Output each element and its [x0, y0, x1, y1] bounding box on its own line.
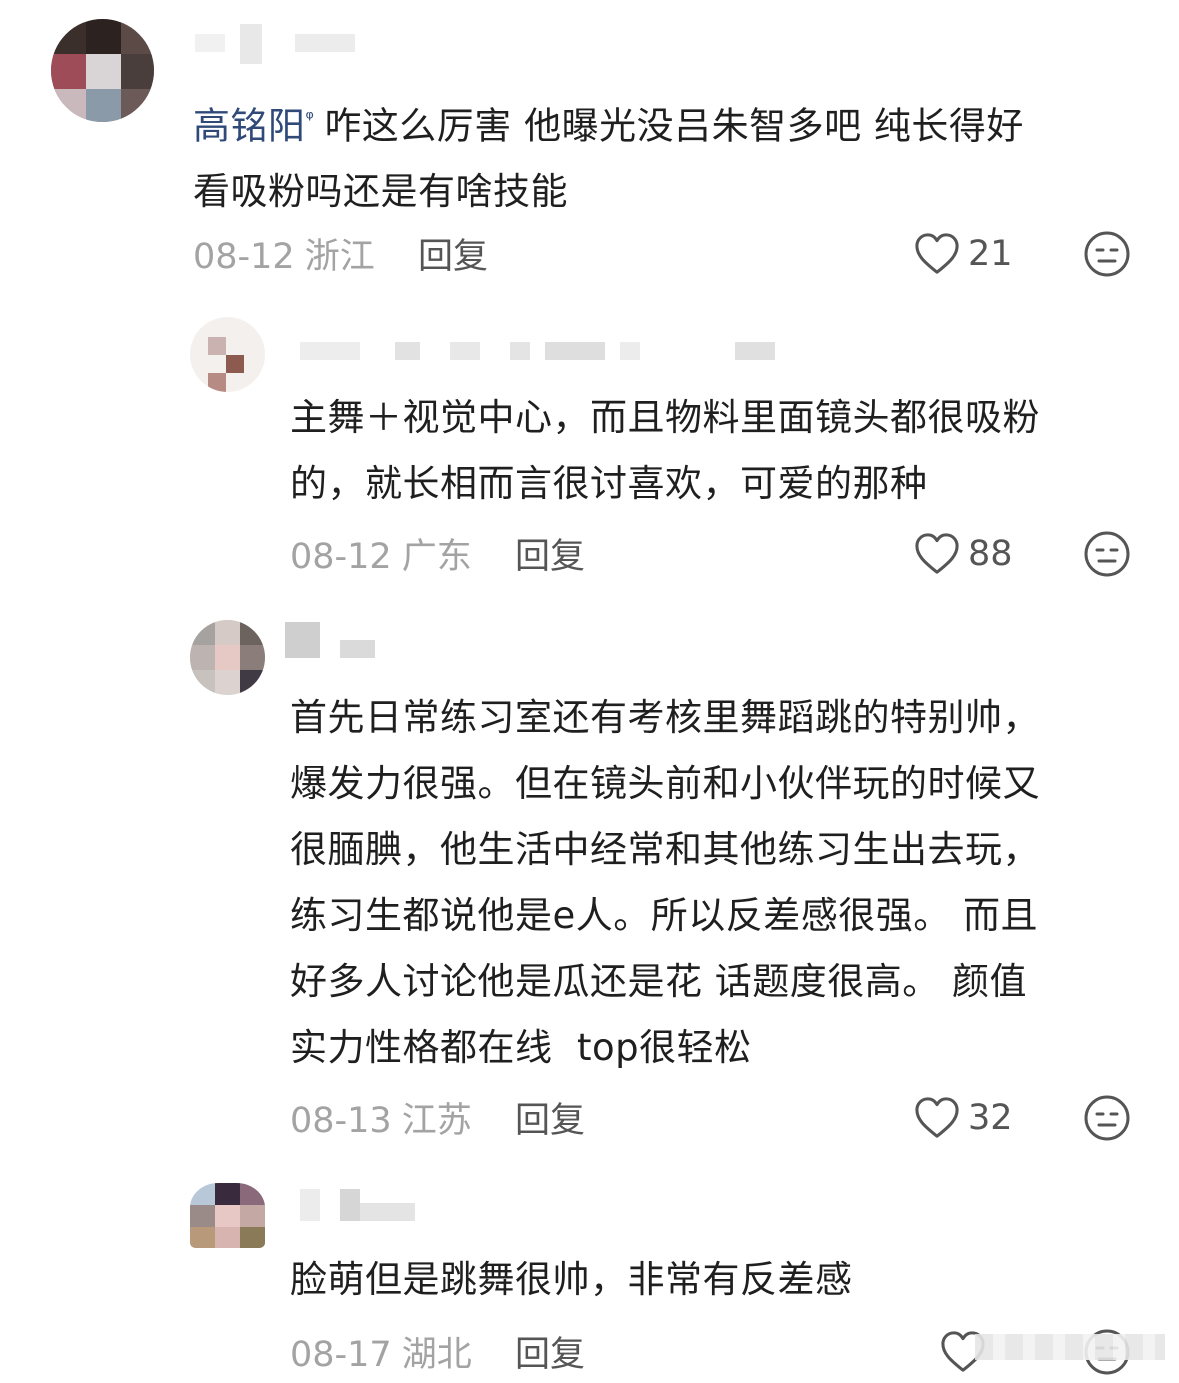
comment-text: 主舞＋视觉中心，而且物料里面镜头都很吸粉 的，就长相而言很讨喜欢，可爱的那种: [290, 385, 1160, 517]
comment-meta: 08-13 江苏: [290, 1092, 472, 1143]
comment-text: 脸萌但是跳舞很帅，非常有反差感: [290, 1247, 1160, 1313]
comment-location: 湖北: [401, 1335, 472, 1375]
comment-date: 08-13: [290, 1101, 392, 1141]
search-icon[interactable]: ᵠ: [306, 106, 315, 130]
comment-line: 首先日常练习室还有考核里舞蹈跳的特别帅，: [290, 696, 1040, 739]
comment-text: 高铭阳ᵠ 咋这么厉害 他曝光没吕朱智多吧 纯长得好 看吸粉吗还是有啥技能: [193, 85, 1153, 225]
comment-meta: 08-12 浙江: [193, 228, 375, 279]
mention-link[interactable]: 高铭阳: [193, 104, 306, 147]
comment-line: 脸萌但是跳舞很帅，非常有反差感: [290, 1258, 853, 1301]
heart-icon: [915, 533, 959, 574]
comment-3: 首先日常练习室还有考核里舞蹈跳的特别帅， 爆发力很强。但在镜头前和小伙伴玩的时候…: [0, 600, 1179, 1165]
reply-button[interactable]: 回复: [515, 1326, 585, 1377]
comment-location: 浙江: [304, 237, 375, 277]
like-button[interactable]: 32: [914, 1094, 1013, 1142]
username-blurred[interactable]: [195, 24, 365, 64]
comment-line: 主舞＋视觉中心，而且物料里面镜头都很吸粉: [290, 396, 1040, 439]
username-blurred[interactable]: [285, 622, 380, 658]
avatar[interactable]: [190, 1183, 265, 1248]
username-blurred[interactable]: [300, 1189, 420, 1221]
comment-line: 练习生都说他是e人。所以反差感很强。 而且: [290, 894, 1039, 937]
comment-line: 很腼腆，他生活中经常和其他练习生出去玩，: [290, 828, 1040, 871]
avatar[interactable]: [190, 317, 265, 392]
heart-icon: [915, 233, 959, 274]
username-blurred[interactable]: [300, 342, 780, 360]
comment-meta: 08-17 湖北: [290, 1326, 472, 1377]
comment-2: 主舞＋视觉中心，而且物料里面镜头都很吸粉 的，就长相而言很讨喜欢，可爱的那种 0…: [0, 300, 1179, 600]
heart-icon: [915, 1097, 959, 1138]
comment-date: 08-12: [193, 237, 295, 277]
reply-button[interactable]: 回复: [515, 528, 585, 579]
comment-date: 08-12: [290, 537, 392, 577]
like-count: 88: [968, 534, 1013, 574]
comment-date: 08-17: [290, 1335, 392, 1375]
like-count: 32: [968, 1098, 1013, 1138]
comment-location: 广东: [401, 537, 472, 577]
comment-line: 实力性格都在线 top很轻松: [290, 1026, 752, 1069]
comment-line: 看吸粉吗还是有啥技能: [193, 170, 568, 214]
like-count: 21: [968, 234, 1013, 274]
comment-line: 爆发力很强。但在镜头前和小伙伴玩的时候又: [290, 762, 1040, 805]
comment-line: 的，就长相而言很讨喜欢，可爱的那种: [290, 462, 928, 505]
comment-line: 好多人讨论他是瓜还是花 话题度很高。 颜值: [290, 960, 1028, 1003]
comment-text: 首先日常练习室还有考核里舞蹈跳的特别帅， 爆发力很强。但在镜头前和小伙伴玩的时候…: [290, 685, 1160, 1081]
dislike-face-icon[interactable]: [1083, 230, 1131, 278]
reply-button[interactable]: 回复: [515, 1092, 585, 1143]
comment-location: 江苏: [401, 1101, 472, 1141]
reply-button[interactable]: 回复: [418, 228, 488, 279]
avatar[interactable]: [51, 19, 154, 122]
comment-meta: 08-12 广东: [290, 528, 472, 579]
like-button[interactable]: 21: [914, 230, 1013, 278]
comment-1: 高铭阳ᵠ 咋这么厉害 他曝光没吕朱智多吧 纯长得好 看吸粉吗还是有啥技能 08-1…: [0, 0, 1179, 300]
dislike-face-icon[interactable]: [1083, 1094, 1131, 1142]
avatar[interactable]: [190, 620, 265, 695]
like-button[interactable]: 88: [914, 530, 1013, 578]
dislike-face-icon[interactable]: [1083, 530, 1131, 578]
comment-line: 咋这么厉害 他曝光没吕朱智多吧 纯长得好: [324, 104, 1024, 148]
watermark: [975, 1334, 1165, 1360]
